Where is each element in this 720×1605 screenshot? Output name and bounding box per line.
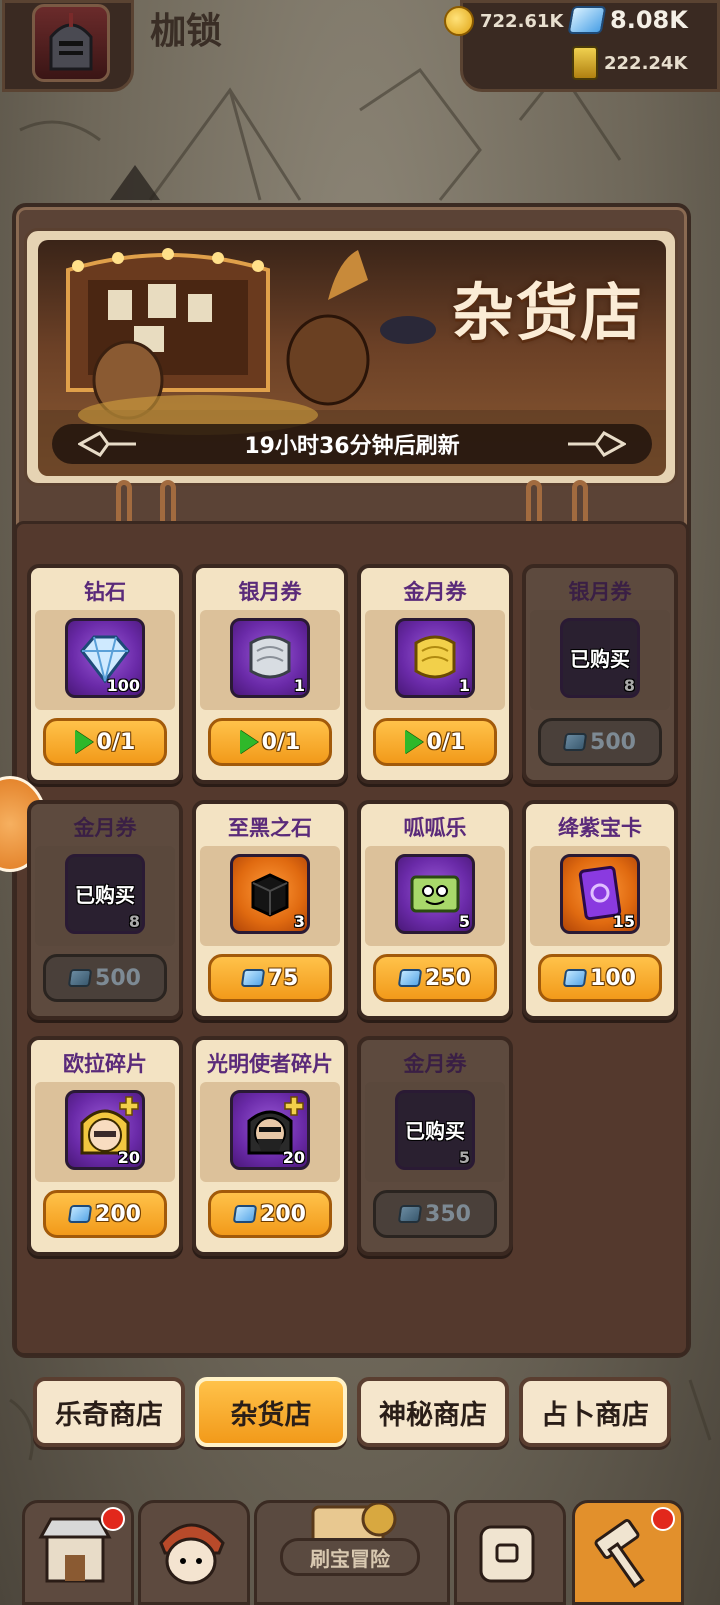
item-quantity: 3 xyxy=(293,912,305,931)
knight-helmet-icon xyxy=(49,13,93,71)
bottom-nav: 刷宝冒险 xyxy=(0,1480,720,1605)
item-quantity: 5 xyxy=(458,912,470,931)
gold-ticket-item-icon: 已购买 8 xyxy=(65,854,145,934)
diamond-icon xyxy=(397,969,423,987)
scratch-ticket-item-icon: 5 xyxy=(395,854,475,934)
backpack-icon xyxy=(479,1525,535,1583)
item-name: 钻石 xyxy=(84,580,126,604)
silver-ticket-item-icon: 已购买 8 xyxy=(560,618,640,698)
refresh-timer-text: 19小时36分钟后刷新 xyxy=(244,434,460,459)
shop-item-card[interactable]: 欧拉碎片 20 200 xyxy=(27,1036,183,1256)
diamond-icon xyxy=(562,969,588,987)
nav-inventory[interactable] xyxy=(454,1500,566,1605)
watch-ad-button[interactable]: 0/1 xyxy=(373,718,497,766)
ornament-left-icon xyxy=(78,431,136,457)
buy-button[interactable]: 200 xyxy=(208,1190,332,1238)
avatar[interactable] xyxy=(32,4,110,82)
nav-hero[interactable] xyxy=(138,1500,250,1605)
gold-ticket-item-icon: 已购买 5 xyxy=(395,1090,475,1170)
item-quantity: 15 xyxy=(612,912,635,931)
notification-dot xyxy=(651,1507,675,1531)
tab-divination-shop[interactable]: 占卜商店 xyxy=(519,1377,671,1447)
shop-item-card[interactable]: 钻石 100 0/1 xyxy=(27,564,183,784)
item-name: 金月券 xyxy=(403,1052,467,1076)
item-quantity: 5 xyxy=(458,1148,470,1167)
hero-face-icon xyxy=(159,1523,225,1585)
item-name: 绛紫宝卡 xyxy=(558,816,642,840)
diamond-icon xyxy=(240,969,265,987)
diamond-counter: 8.08K xyxy=(567,6,688,34)
play-icon xyxy=(239,730,258,754)
price-button-disabled: 500 xyxy=(43,954,167,1002)
banner-title: 杂货店 xyxy=(451,276,644,349)
tab-mystery-shop[interactable]: 神秘商店 xyxy=(357,1377,509,1447)
sold-out-label: 已购买 xyxy=(75,883,135,907)
item-name: 光明使者碎片 xyxy=(207,1052,333,1076)
watch-ad-button[interactable]: 0/1 xyxy=(43,718,167,766)
price-button-disabled: 500 xyxy=(538,718,662,766)
black-stone-item-icon: 3 xyxy=(230,854,310,934)
item-quantity: 8 xyxy=(128,912,140,931)
shop-item-card-sold: 金月券 已购买 5 350 xyxy=(357,1036,513,1256)
top-bar: 枷锁 722.61K 8.08K 222.24K xyxy=(0,0,720,95)
gold-coin-icon xyxy=(444,6,474,36)
play-icon xyxy=(404,730,423,754)
buy-button[interactable]: 250 xyxy=(373,954,497,1002)
item-name: 银月券 xyxy=(568,580,632,604)
item-name: 欧拉碎片 xyxy=(63,1052,147,1076)
item-name: 至黑之石 xyxy=(228,816,312,840)
shop-item-card[interactable]: 金月券 1 0/1 xyxy=(357,564,513,784)
sold-out-label: 已购买 xyxy=(570,647,630,671)
item-name: 金月券 xyxy=(403,580,467,604)
diamond-icon xyxy=(67,1205,93,1223)
item-quantity: 1 xyxy=(293,676,305,695)
potion-icon xyxy=(572,46,598,80)
shop-item-card[interactable]: 呱呱乐 5 250 xyxy=(357,800,513,1020)
tab-leqi-shop[interactable]: 乐奇商店 xyxy=(33,1377,185,1447)
item-name: 金月券 xyxy=(73,816,137,840)
silver-ticket-item-icon: 1 xyxy=(230,618,310,698)
diamond-icon xyxy=(67,969,93,987)
diamond-icon xyxy=(397,1205,423,1223)
shop-item-card-sold: 银月券 已购买 8 500 xyxy=(522,564,678,784)
shop-item-card[interactable]: 绛紫宝卡 15 100 xyxy=(522,800,678,1020)
diamond-item-icon: 100 xyxy=(65,618,145,698)
play-icon xyxy=(74,730,93,754)
item-quantity: 20 xyxy=(117,1148,140,1167)
diamond-icon xyxy=(562,733,588,751)
gold-counter: 722.61K xyxy=(444,6,563,36)
page-title: 枷锁 xyxy=(150,11,223,52)
item-quantity: 100 xyxy=(106,676,140,695)
nav-forge[interactable] xyxy=(572,1500,684,1605)
shop-item-card[interactable]: 至黑之石 3 75 xyxy=(192,800,348,1020)
sold-out-label: 已购买 xyxy=(405,1119,465,1143)
hero-shard-item-icon: 20 xyxy=(230,1090,310,1170)
item-name: 呱呱乐 xyxy=(403,816,467,840)
buy-button[interactable]: 75 xyxy=(208,954,332,1002)
tab-grocery-shop[interactable]: 杂货店 xyxy=(195,1377,347,1447)
price-button-disabled: 350 xyxy=(373,1190,497,1238)
buy-button[interactable]: 100 xyxy=(538,954,662,1002)
item-quantity: 20 xyxy=(282,1148,305,1167)
shop-item-card[interactable]: 光明使者碎片 20 200 xyxy=(192,1036,348,1256)
diamond-icon xyxy=(232,1205,258,1223)
nav-shop[interactable] xyxy=(22,1500,134,1605)
shop-item-card-sold: 金月券 已购买 8 500 xyxy=(27,800,183,1020)
notification-dot xyxy=(101,1507,125,1531)
gold-ticket-item-icon: 1 xyxy=(395,618,475,698)
refresh-timer-bar: 19小时36分钟后刷新 xyxy=(52,424,652,464)
item-quantity: 8 xyxy=(623,676,635,695)
shop-item-card[interactable]: 银月券 1 0/1 xyxy=(192,564,348,784)
item-quantity: 1 xyxy=(458,676,470,695)
diamond-icon xyxy=(567,6,607,34)
hero-shard-item-icon: 20 xyxy=(65,1090,145,1170)
item-name: 银月券 xyxy=(238,580,302,604)
potion-counter: 222.24K xyxy=(572,46,687,80)
purple-card-item-icon: 15 xyxy=(560,854,640,934)
buy-button[interactable]: 200 xyxy=(43,1190,167,1238)
ornament-right-icon xyxy=(568,431,626,457)
adventure-label: 刷宝冒险 xyxy=(280,1538,420,1576)
shop-banner: 杂货店 19小时36分钟后刷新 xyxy=(38,240,666,476)
watch-ad-button[interactable]: 0/1 xyxy=(208,718,332,766)
